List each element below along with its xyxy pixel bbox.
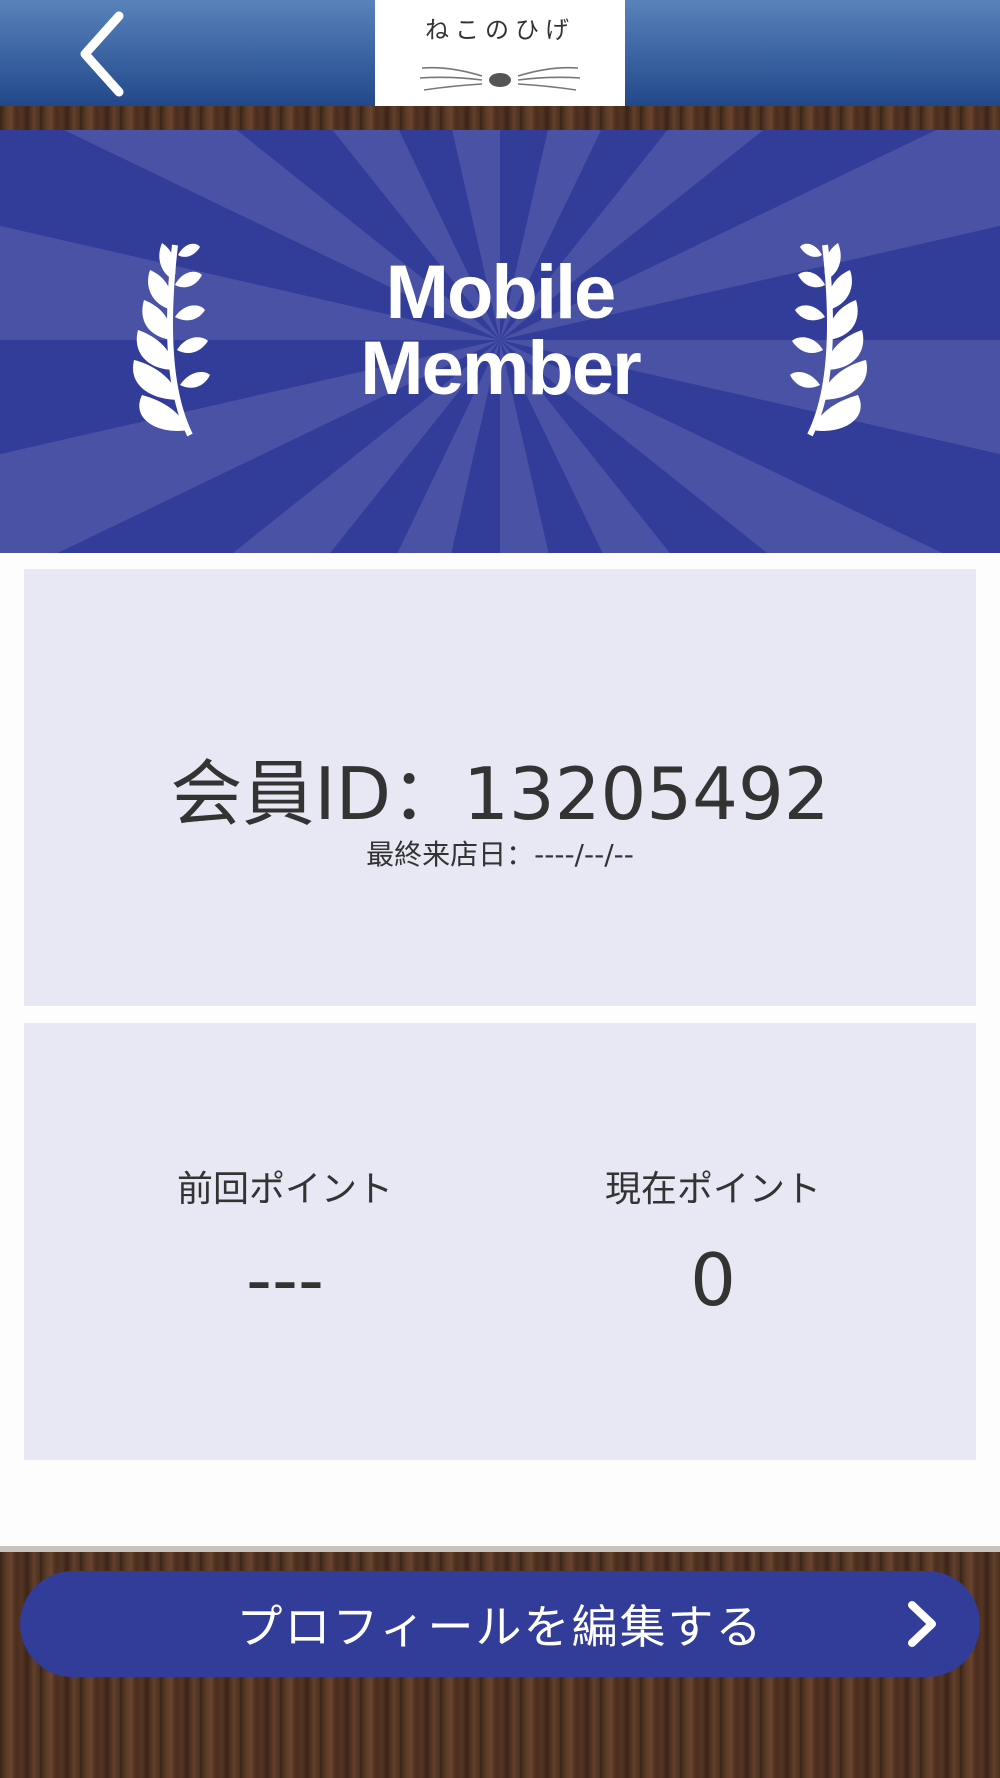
edit-profile-button[interactable]: プロフィールを編集する — [20, 1571, 980, 1677]
chevron-left-icon — [80, 11, 124, 97]
current-points: 現在ポイント 0 — [513, 1160, 913, 1322]
member-id-label: 会員ID： — [170, 752, 464, 836]
member-id: 会員ID：13205492 — [0, 735, 1000, 840]
last-visit-date: 最終来店日：----/--/-- — [366, 838, 634, 871]
member-screen: ねこのひげ Mobile Member 会員ID：13205492 最終来店日：… — [0, 0, 1000, 1778]
banner-title-line1: Mobile — [385, 250, 617, 335]
previous-points: 前回ポイント --- — [85, 1160, 485, 1322]
previous-points-value: --- — [246, 1238, 324, 1322]
wood-divider-top — [0, 106, 1000, 130]
banner-title: Mobile Member — [250, 255, 750, 407]
previous-points-label: 前回ポイント — [176, 1169, 393, 1210]
edit-profile-label: プロフィールを編集する — [236, 1600, 764, 1654]
chevron-right-icon — [908, 1601, 936, 1647]
brand-logo: ねこのひげ — [375, 0, 625, 106]
member-id-value: 13205492 — [463, 752, 830, 836]
cat-whiskers-icon — [420, 66, 580, 91]
logo-text: ねこのひげ — [425, 16, 575, 44]
back-button[interactable] — [60, 8, 150, 98]
banner-title-line2: Member — [360, 326, 641, 411]
app-header: ねこのひげ — [0, 0, 1000, 106]
current-points-label: 現在ポイント — [604, 1169, 821, 1210]
current-points-value: 0 — [690, 1238, 736, 1322]
laurel-right-icon — [790, 243, 867, 437]
laurel-left-icon — [133, 243, 210, 437]
